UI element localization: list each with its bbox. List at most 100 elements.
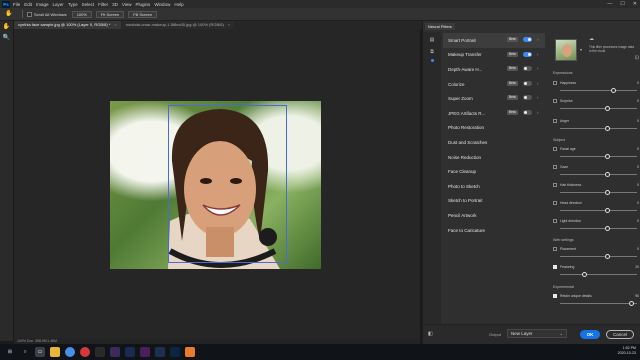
param-slider-track[interactable] — [560, 108, 637, 109]
scroll-all-checkbox[interactable] — [27, 11, 32, 17]
chevron-right-icon[interactable]: › — [537, 95, 539, 100]
output-select[interactable]: New Layer ⌄ — [507, 329, 567, 338]
filter-toggle[interactable] — [523, 80, 532, 86]
filter-face-cleanup[interactable]: Face Cleanup — [443, 164, 545, 179]
param-slider-track[interactable] — [560, 192, 637, 193]
param-slider-knob[interactable] — [605, 154, 611, 159]
param-checkbox[interactable] — [553, 147, 557, 151]
filter-colorize[interactable]: Colorize Beta › — [443, 77, 545, 92]
photoshop-icon[interactable] — [170, 347, 180, 357]
tab-makeup[interactable]: mustafa-omar-makeup-1-5f8ec05.jpg @ 100%… — [121, 21, 235, 29]
stamp-icon[interactable]: ⊡ — [635, 55, 639, 61]
chevron-right-icon[interactable]: › — [537, 37, 539, 42]
menu-filter[interactable]: Filter — [98, 2, 108, 7]
menu-image[interactable]: Image — [36, 2, 49, 7]
filter-makeup-transfer[interactable]: Makeup Transfer Beta › — [443, 48, 545, 63]
menu-plugins[interactable]: Plugins — [136, 2, 151, 7]
hand-tool-icon[interactable]: ✋ — [2, 23, 12, 32]
close-button[interactable]: ✕ — [633, 0, 637, 8]
filter-toggle[interactable] — [523, 109, 532, 115]
premiere-icon[interactable] — [110, 347, 120, 357]
menu-select[interactable]: Select — [82, 2, 95, 7]
param-checkbox[interactable] — [553, 265, 557, 269]
menu-file[interactable]: File — [13, 2, 20, 7]
filter-toggle[interactable] — [523, 37, 532, 42]
cancel-button[interactable]: Cancel — [606, 330, 634, 339]
param-slider-track[interactable] — [560, 274, 637, 275]
param-slider-track[interactable] — [560, 210, 637, 211]
chevron-right-icon[interactable]: › — [537, 110, 539, 115]
after-effects-icon[interactable] — [140, 347, 150, 357]
param-checkbox[interactable] — [553, 81, 557, 85]
app-icon[interactable] — [95, 347, 105, 357]
media-encoder-icon[interactable] — [125, 347, 135, 357]
param-slider-track[interactable] — [560, 256, 637, 257]
filter-dust-scratches[interactable]: Dust and Scratches — [443, 135, 545, 150]
menu-help[interactable]: Help — [174, 2, 183, 7]
param-slider-knob[interactable] — [605, 190, 611, 195]
menu-layer[interactable]: Layer — [53, 2, 64, 7]
filter-toggle[interactable] — [523, 51, 532, 57]
param-slider-track[interactable] — [560, 228, 637, 229]
file-explorer-icon[interactable] — [50, 347, 60, 357]
param-checkbox[interactable] — [553, 219, 557, 223]
filter-pencil-artwork[interactable]: Pencil Artwork — [443, 208, 545, 223]
app-orange-icon[interactable] — [185, 347, 195, 357]
param-slider-knob[interactable] — [629, 301, 635, 306]
param-slider-knob[interactable] — [582, 272, 588, 277]
param-slider-track[interactable] — [560, 303, 637, 304]
close-tab-icon[interactable]: × — [114, 21, 116, 29]
param-checkbox[interactable] — [553, 247, 557, 251]
filter-super-zoom[interactable]: Super Zoom Beta › — [443, 91, 545, 106]
param-slider-track[interactable] — [560, 156, 637, 157]
fill-screen-button[interactable]: Fill Screen — [128, 10, 158, 18]
close-tab-icon[interactable]: × — [228, 21, 230, 29]
chevron-right-icon[interactable]: › — [537, 52, 539, 57]
filter-depth-aware-haze[interactable]: Depth-Aware H... Beta › — [443, 62, 545, 77]
zoom-100-button[interactable]: 100% — [71, 10, 92, 18]
filter-toggle[interactable] — [523, 95, 532, 101]
wait-list-icon[interactable]: ⧉ — [428, 48, 436, 56]
ok-button[interactable]: OK — [580, 330, 600, 339]
param-checkbox[interactable] — [553, 119, 557, 123]
lightroom-icon[interactable] — [155, 347, 165, 357]
show-original-icon[interactable]: ◧ — [428, 331, 433, 337]
chrome-icon[interactable] — [80, 347, 90, 357]
param-checkbox[interactable] — [553, 165, 557, 169]
fit-screen-button[interactable]: Fit Screen — [95, 10, 125, 18]
param-slider-knob[interactable] — [605, 226, 611, 231]
param-slider-knob[interactable] — [605, 254, 611, 259]
param-checkbox[interactable] — [553, 99, 557, 103]
filter-jpeg-artifacts[interactable]: JPEG Artifacts R... Beta › — [443, 106, 545, 121]
param-slider-knob[interactable] — [610, 88, 616, 93]
menu-3d[interactable]: 3D — [112, 2, 118, 7]
menu-window[interactable]: Window — [154, 2, 170, 7]
system-clock[interactable]: 1:52 PM 2020-10-23 — [618, 346, 636, 356]
filter-noise-reduction[interactable]: Noise Reduction — [443, 150, 545, 165]
task-view-icon[interactable]: ▭ — [35, 347, 45, 357]
param-slider-knob[interactable] — [605, 208, 611, 213]
filter-sketch-to-portrait[interactable]: Sketch to Portrait — [443, 194, 545, 209]
param-slider-track[interactable] — [560, 174, 637, 175]
all-filters-icon[interactable]: ▤ — [428, 36, 436, 44]
windows-start-icon[interactable]: ⊞ — [5, 347, 15, 357]
hand-tool-icon[interactable]: ✋ — [4, 10, 14, 19]
search-icon[interactable]: ○ — [20, 347, 30, 357]
chevron-right-icon[interactable]: › — [537, 81, 539, 86]
chevron-right-icon[interactable]: › — [537, 66, 539, 71]
minimize-button[interactable]: — — [607, 0, 612, 8]
menu-view[interactable]: View — [122, 2, 132, 7]
param-slider-knob[interactable] — [605, 126, 611, 131]
param-slider-knob[interactable] — [605, 106, 611, 111]
filter-face-to-caricature[interactable]: Face to Caricature — [443, 223, 545, 238]
face-thumbnail[interactable] — [555, 39, 577, 61]
edge-icon[interactable] — [65, 347, 75, 357]
filter-photo-restoration[interactable]: Photo Restoration — [443, 121, 545, 136]
param-slider-track[interactable] — [560, 90, 637, 91]
menu-edit[interactable]: Edit — [24, 2, 32, 7]
param-checkbox[interactable] — [553, 294, 557, 298]
portrait-photo[interactable] — [110, 101, 321, 269]
param-slider-knob[interactable] — [605, 172, 611, 177]
canvas-area[interactable] — [14, 29, 420, 341]
filter-toggle[interactable] — [523, 66, 532, 72]
